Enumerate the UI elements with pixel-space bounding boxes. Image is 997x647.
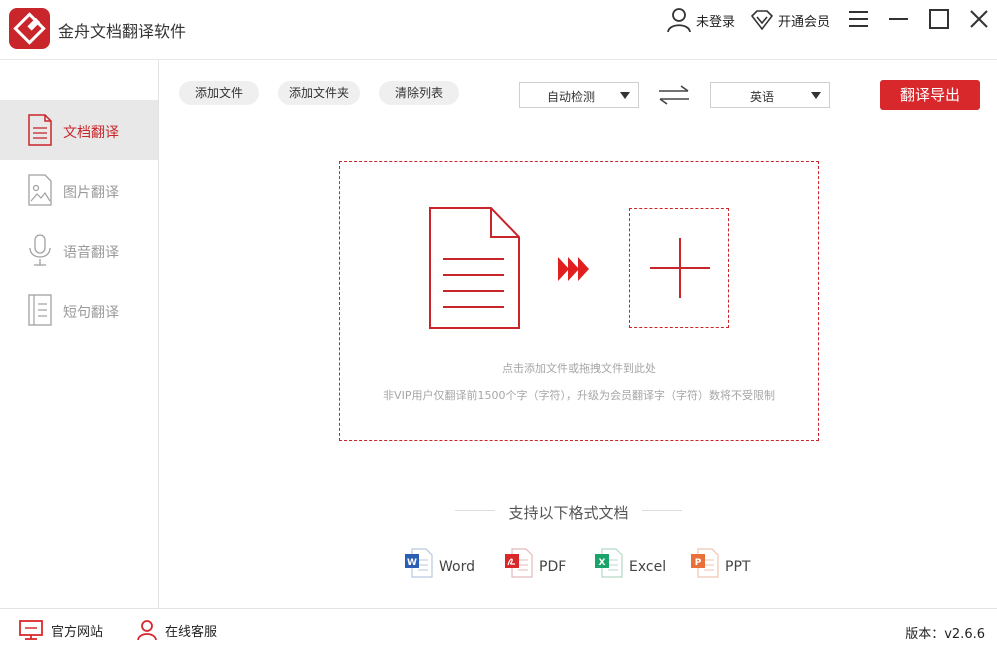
target-language-select[interactable]: 英语	[710, 82, 830, 108]
maximize-icon	[929, 9, 949, 29]
menu-button[interactable]	[846, 6, 872, 32]
sidebar-item-label: 图片翻译	[63, 185, 119, 201]
sidebar-item-label: 语音翻译	[63, 245, 119, 261]
close-button[interactable]	[966, 6, 992, 32]
clear-list-button[interactable]: 清除列表	[379, 81, 459, 105]
minimize-button[interactable]	[886, 6, 912, 32]
status-bar: 官方网站 在线客服 版本：v2.6.6	[0, 608, 997, 647]
image-icon	[28, 174, 52, 206]
sentence-icon	[28, 294, 52, 326]
format-label: PDF	[539, 559, 567, 575]
sidebar-item-voice-translate[interactable]: 语音翻译	[0, 220, 158, 280]
format-word: W Word	[404, 548, 484, 578]
add-file-button[interactable]: 添加文件	[179, 81, 259, 105]
svg-text:W: W	[407, 558, 417, 568]
sidebar-item-label: 短句翻译	[63, 305, 119, 321]
version-label: 版本：v2.6.6	[905, 627, 985, 642]
sidebar-item-document-translate[interactable]: 文档翻译	[0, 100, 158, 160]
translate-export-button[interactable]: 翻译导出	[880, 80, 980, 110]
document-icon	[429, 207, 520, 329]
source-language-select[interactable]: 自动检测	[519, 82, 639, 108]
sidebar-item-label: 文档翻译	[63, 125, 119, 141]
format-ppt: P PPT	[690, 548, 760, 578]
format-pdf: PDF	[504, 548, 574, 578]
vip-notice: 非VIP用户仅翻译前1500个字（字符），升级为会员翻译字（字符）数将不受限制	[383, 389, 775, 402]
sidebar-item-image-translate[interactable]: 图片翻译	[0, 160, 158, 220]
title-bar: 金舟文档翻译软件 未登录 开通会员	[0, 0, 997, 60]
vip-label: 开通会员	[778, 14, 831, 30]
app-title: 金舟文档翻译软件	[58, 22, 187, 41]
service-label: 在线客服	[165, 624, 218, 640]
diamond-icon	[750, 10, 774, 31]
login-button[interactable]: 未登录	[666, 7, 735, 33]
microphone-icon	[29, 234, 51, 266]
excel-icon: X	[595, 548, 623, 578]
user-icon	[667, 8, 691, 33]
service-user-icon	[137, 620, 157, 641]
format-label: Word	[439, 559, 475, 575]
website-label: 官方网站	[51, 624, 104, 640]
formats-title: 支持以下格式文档	[508, 504, 629, 522]
vip-button[interactable]: 开通会员	[750, 7, 830, 33]
format-label: PPT	[725, 559, 751, 575]
format-excel: X Excel	[594, 548, 669, 578]
svg-text:X: X	[599, 558, 606, 568]
swap-language-icon[interactable]	[657, 84, 691, 106]
format-label: Excel	[629, 559, 667, 575]
online-service-link[interactable]: 在线客服	[136, 619, 217, 641]
add-folder-button[interactable]: 添加文件夹	[278, 81, 360, 105]
monitor-icon	[19, 620, 43, 640]
ppt-icon: P	[691, 548, 719, 578]
login-label: 未登录	[696, 14, 736, 30]
app-logo-icon	[9, 8, 50, 49]
pdf-icon	[505, 548, 533, 578]
add-file-area[interactable]	[629, 208, 729, 328]
close-icon	[970, 10, 988, 28]
menu-icon	[849, 11, 868, 27]
official-website-link[interactable]: 官方网站	[18, 619, 103, 641]
word-icon: W	[405, 548, 433, 578]
maximize-button[interactable]	[926, 6, 952, 32]
sidebar: 文档翻译 图片翻译 语音翻译 短句翻译	[0, 60, 159, 608]
drop-hint: 点击添加文件或拖拽文件到此处	[502, 362, 656, 375]
triple-arrow-icon	[558, 257, 589, 281]
minimize-icon	[889, 18, 908, 20]
divider	[642, 510, 682, 511]
sidebar-item-sentence-translate[interactable]: 短句翻译	[0, 280, 158, 340]
chevron-down-icon	[811, 92, 821, 99]
chevron-down-icon	[620, 92, 630, 99]
document-icon	[28, 114, 52, 146]
svg-text:P: P	[695, 558, 702, 568]
plus-icon	[650, 238, 710, 298]
